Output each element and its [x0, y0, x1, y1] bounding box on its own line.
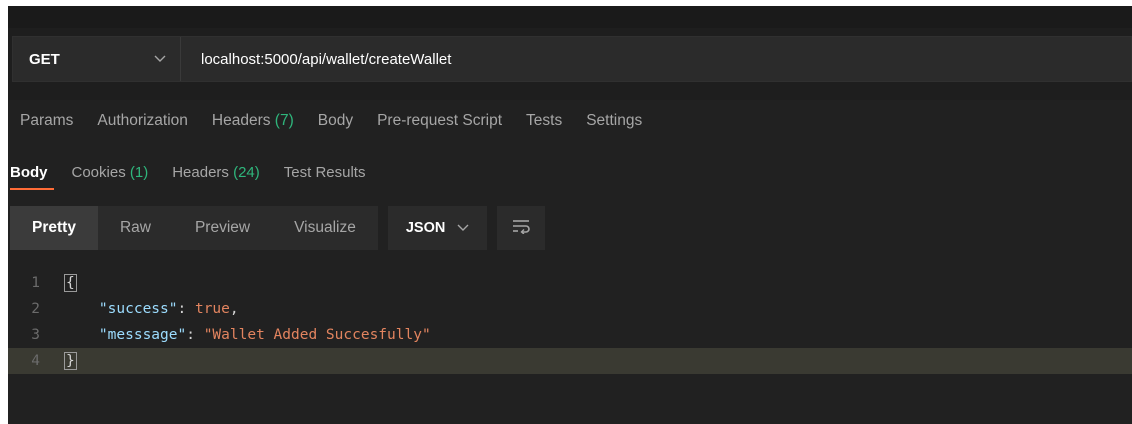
format-select[interactable]: JSON — [387, 206, 488, 250]
line-number: 1 — [31, 275, 40, 291]
json-value: "Wallet Added Succesfully" — [203, 327, 431, 343]
tab-authorization[interactable]: Authorization — [85, 112, 199, 130]
tab-settings[interactable]: Settings — [574, 112, 654, 130]
tab-label: Test Results — [283, 163, 366, 181]
json-comma: , — [229, 301, 239, 317]
line-number: 3 — [31, 327, 40, 343]
chevron-down-icon — [457, 220, 469, 236]
tab-label: Headers — [211, 112, 271, 129]
code-line: 1 { — [8, 270, 1132, 296]
cookies-count: (1) — [129, 163, 149, 181]
json-separator: : — [186, 327, 204, 343]
code-line: 3 "messsage": "Wallet Added Succesfully" — [8, 322, 1132, 348]
tab-label: Settings — [586, 112, 643, 129]
view-mode-pretty[interactable]: Pretty — [10, 206, 98, 250]
tab-label: Body — [10, 163, 48, 181]
tab-label: Authorization — [97, 112, 188, 129]
code-line-current: 4 } — [8, 348, 1132, 374]
tab-params[interactable]: Params — [8, 112, 85, 130]
view-mode-group: Pretty Raw Preview Visualize — [10, 206, 378, 250]
view-mode-preview[interactable]: Preview — [173, 206, 272, 250]
tab-pre-request-script[interactable]: Pre-request Script — [365, 112, 514, 130]
wrap-lines-button[interactable] — [497, 206, 546, 250]
response-tab-test-results[interactable]: Test Results — [272, 152, 378, 192]
tab-headers[interactable]: Headers (7) — [200, 112, 306, 130]
tab-tests[interactable]: Tests — [514, 112, 574, 130]
postman-window: GET localhost:5000/api/wallet/createWall… — [8, 6, 1132, 424]
response-body-editor[interactable]: 1 { 2 "success": true, 3 "messsage": "Wa… — [8, 270, 1132, 400]
response-headers-count: (24) — [233, 163, 260, 181]
json-value: true — [194, 301, 230, 317]
tab-label: Params — [20, 112, 74, 129]
response-tab-body[interactable]: Body — [8, 152, 60, 192]
view-mode-raw[interactable]: Raw — [98, 206, 173, 250]
open-brace: { — [64, 274, 77, 292]
chevron-down-icon — [154, 52, 166, 66]
response-format-toolbar: Pretty Raw Preview Visualize JSON — [10, 206, 546, 250]
view-mode-visualize[interactable]: Visualize — [272, 206, 378, 250]
response-tab-headers[interactable]: Headers (24) — [160, 152, 272, 192]
url-bar: GET localhost:5000/api/wallet/createWall… — [8, 28, 1132, 100]
line-number: 4 — [31, 353, 40, 369]
headers-count: (7) — [274, 112, 294, 129]
wrap-lines-icon — [511, 218, 531, 239]
tab-label: Pre-request Script — [377, 112, 503, 129]
method-label: GET — [29, 50, 60, 68]
line-number: 2 — [31, 301, 40, 317]
request-url-group: GET localhost:5000/api/wallet/createWall… — [12, 36, 1132, 82]
json-separator: : — [177, 301, 195, 317]
tab-label: Headers — [172, 163, 229, 181]
request-tabs: Params Authorization Headers (7) Body Pr… — [8, 100, 1132, 142]
format-select-label: JSON — [405, 220, 446, 236]
tab-label: Body — [317, 112, 354, 129]
json-key: "success" — [98, 301, 178, 317]
code-line: 2 "success": true, — [8, 296, 1132, 322]
url-input[interactable]: localhost:5000/api/wallet/createWallet — [181, 37, 1131, 81]
tab-label: Cookies — [71, 163, 126, 181]
tab-body[interactable]: Body — [306, 112, 365, 130]
response-tabs: Body Cookies (1) Headers (24) Test Resul… — [8, 152, 1132, 192]
response-tab-cookies[interactable]: Cookies (1) — [60, 152, 161, 192]
tab-label: Tests — [526, 112, 563, 129]
top-strip — [8, 6, 1132, 28]
json-key: "messsage" — [98, 327, 187, 343]
method-select[interactable]: GET — [13, 37, 181, 81]
close-brace: } — [64, 352, 77, 370]
